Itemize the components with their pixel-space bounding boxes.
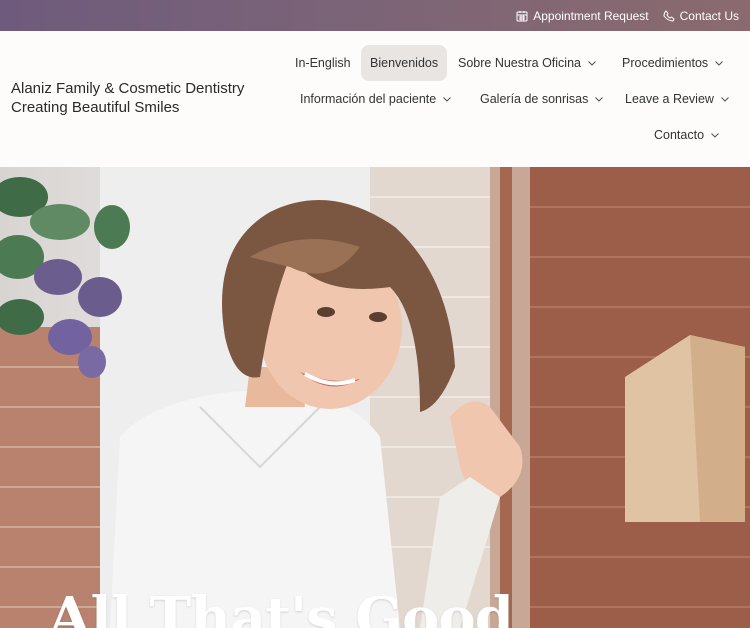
chevron-down-icon — [588, 61, 596, 66]
nav-item-label: In-English — [295, 56, 351, 70]
nav-item-label: Sobre Nuestra Oficina — [458, 56, 581, 70]
calendar-icon — [516, 10, 528, 21]
hero-title: All That's Good — [48, 585, 514, 628]
nav-item-label: Galería de sonrisas — [480, 92, 589, 106]
nav-item-label: Contacto — [654, 128, 705, 142]
appointment-request-label: Appointment Request — [533, 8, 649, 23]
hero-banner: All That's Good — [0, 167, 750, 628]
site-header: Alaniz Family & Cosmetic Dentistry Creat… — [0, 31, 750, 167]
chevron-down-icon — [711, 133, 719, 138]
chevron-down-icon — [721, 97, 729, 102]
chevron-down-icon — [443, 97, 452, 102]
nav-item-sobre-nuestra-oficina[interactable]: Sobre Nuestra Oficina — [449, 45, 606, 81]
contact-us-link[interactable]: Contact Us — [663, 9, 739, 23]
phone-icon — [663, 9, 675, 22]
appointment-request-link[interactable]: Appointment Request — [516, 8, 649, 23]
nav-item-informacion-del-paciente[interactable]: Información del paciente — [291, 81, 461, 117]
nav-item-label: Información del paciente — [300, 92, 437, 106]
hero-image — [0, 167, 750, 628]
chevron-down-icon — [595, 97, 604, 102]
nav-item-bienvenidos[interactable]: Bienvenidos — [361, 45, 448, 81]
nav-item-in-english[interactable]: In-English — [286, 45, 360, 81]
nav-item-procedimientos[interactable]: Procedimientos — [613, 45, 733, 81]
chevron-down-icon — [715, 61, 724, 66]
nav-item-leave-a-review[interactable]: Leave a Review — [616, 81, 739, 117]
nav-item-galeria-de-sonrisas[interactable]: Galería de sonrisas — [471, 81, 613, 117]
nav-item-contacto[interactable]: Contacto — [645, 117, 729, 153]
main-nav: In-English Bienvenidos Sobre Nuestra Ofi… — [0, 31, 750, 167]
nav-item-label: Leave a Review — [625, 92, 714, 106]
nav-item-label: Bienvenidos — [370, 56, 439, 70]
contact-us-label: Contact Us — [679, 8, 739, 23]
top-utility-bar: Appointment Request Contact Us — [0, 0, 750, 31]
nav-item-label: Procedimientos — [622, 56, 709, 70]
